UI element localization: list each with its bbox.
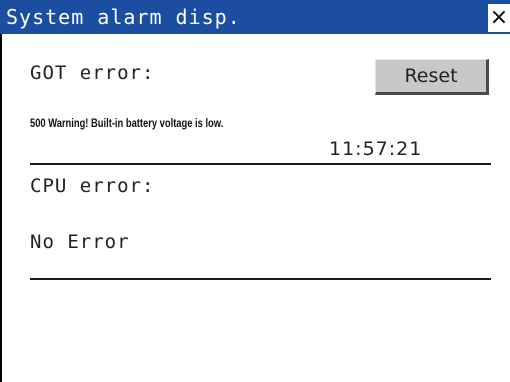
cpu-error-status: No Error <box>30 231 130 253</box>
window-left-border <box>0 34 2 382</box>
got-error-time: 11:57:21 <box>329 138 423 160</box>
title-bar: System alarm disp. × <box>0 0 510 34</box>
close-button[interactable]: × <box>488 4 510 32</box>
window-title: System alarm disp. <box>6 5 241 29</box>
close-icon: × <box>489 5 509 30</box>
system-alarm-window: System alarm disp. × GOT error: Reset 50… <box>0 0 510 382</box>
got-error-divider <box>30 163 491 165</box>
reset-button[interactable]: Reset <box>375 59 489 95</box>
got-error-label: GOT error: <box>30 62 155 84</box>
got-error-message: 500 Warning! Built-in battery voltage is… <box>30 116 224 130</box>
cpu-error-label: CPU error: <box>30 175 155 197</box>
cpu-error-divider <box>30 278 491 280</box>
